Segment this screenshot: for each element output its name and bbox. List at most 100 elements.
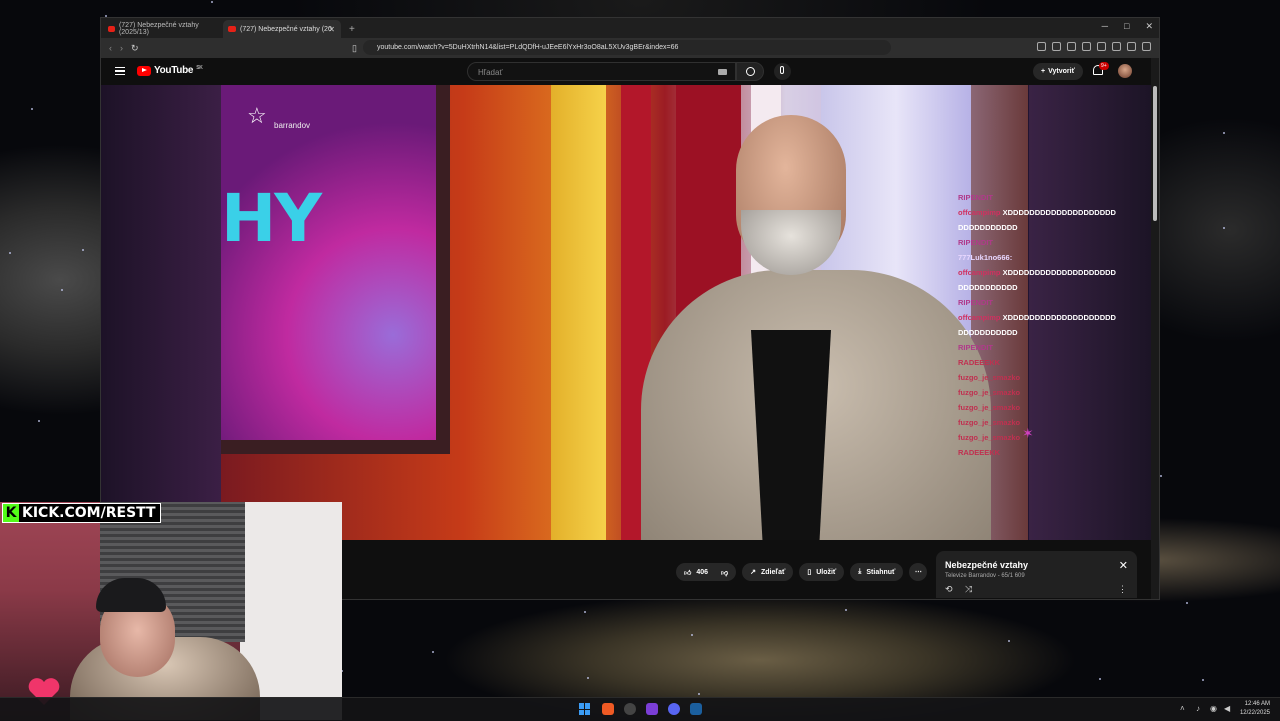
bookmark-icon[interactable]: ▯ [352,43,357,54]
extensions-area [1037,42,1151,51]
extension-icon[interactable] [1037,42,1046,51]
extension-icon[interactable] [1112,42,1121,51]
video-frame[interactable]: ☆ barrandov HY [221,85,1028,540]
url-field[interactable]: youtube.com/watch?v=5DuHXtrhN14&list=PLd… [363,40,891,55]
close-tab-icon[interactable]: ✕ [328,25,335,34]
chat-username: offcampimp [958,313,1001,322]
close-window-icon[interactable]: ✕ [1145,21,1153,32]
chat-message: offcampimp XDDDDDDDDDDDDDDDDDDDD DDDDDDD… [958,310,1128,340]
extension-icon[interactable] [1097,42,1106,51]
mic-icon[interactable]: ♪ [1196,704,1200,713]
tab-1[interactable]: (727) Nebezpečné vztahy (2025/13) [103,20,221,38]
search-button[interactable] [736,62,764,81]
download-label: Stiahnuť [866,568,896,576]
extension-icon[interactable] [1127,42,1136,51]
star [1202,678,1205,681]
chat-message: fuzgo_je_smazko [958,385,1128,400]
page-scrollbar[interactable] [1151,58,1159,599]
search-input[interactable]: Hľadať [467,62,736,81]
chat-message: 777Luk1no666: [958,250,1128,265]
chat-username: 777Luk1no666: [958,253,1013,262]
save-label: Uložiť [816,568,837,576]
clock[interactable]: 12:46 AM 12/22/2025 [1240,700,1270,718]
bookmark-add-icon: ▯ [807,569,812,576]
chat-username: offcampimp [958,208,1001,217]
brave-browser-icon[interactable] [602,703,614,715]
thumbs-up-icon: 👍︎ [684,569,692,577]
share-button[interactable]: ↗ Zdieľať [742,563,794,581]
playlist-title[interactable]: Nebezpečné vztahy [945,560,1028,570]
share-icon: ↗ [750,569,756,576]
playlist-menu-icon[interactable]: ⋮ [1118,584,1127,595]
voice-search-icon[interactable] [774,63,791,80]
network-icon[interactable]: ◉ [1210,704,1217,713]
ambient-left [101,85,221,540]
chat-message: RADEEEKK [958,445,1128,460]
chat-username: RADEEEKK [958,448,1001,457]
youtube-logo[interactable]: YouTube SK [137,65,203,76]
tab-2[interactable]: (727) Nebezpečné vztahy (20 ✕ [223,20,341,38]
volume-icon[interactable]: ◀ [1224,704,1230,713]
like-button[interactable]: 👍︎ 406 👎︎ [676,563,737,581]
loop-icon[interactable]: ⟲ [945,584,953,595]
extension-icon[interactable] [1052,42,1061,51]
extension-icon[interactable] [1082,42,1091,51]
windows-start-icon[interactable] [579,703,591,715]
taskbar: ˄ ♪ ◉ ◀ 12:46 AM 12/22/2025 [0,697,1280,721]
star [697,692,700,695]
playlist-panel: Nebezpečné vztahy Televize Barrandov - 6… [936,551,1137,598]
kick-logo-icon: ✶ [1022,425,1034,441]
twitch-icon[interactable] [646,703,658,715]
close-icon[interactable]: ✕ [1119,559,1128,572]
playlist-subtitle: Televize Barrandov - 65/1 609 [945,573,1025,579]
create-button[interactable]: + Vytvoriť [1033,63,1083,80]
menu-icon[interactable] [1142,42,1151,51]
forward-icon[interactable]: › [120,43,123,53]
maximize-icon[interactable]: □ [1124,21,1129,32]
chat-message: fuzgo_je_smazko [958,430,1128,445]
youtube-play-icon [137,65,151,76]
chevron-up-icon[interactable]: ˄ [1180,704,1185,713]
chat-message: fuzgo_je_smazko [958,400,1128,415]
avatar[interactable] [1118,64,1132,78]
extension-icon[interactable] [1067,42,1076,51]
kick-k-icon: K [3,504,19,522]
clock-date: 12/22/2025 [1239,710,1270,716]
download-button[interactable]: ⤓ Stiahnuť [850,563,904,581]
show-graphic-text: HY [221,180,322,257]
star [584,610,586,613]
chat-username: fuzgo_je_smazko [958,418,1021,427]
studio-screen: ☆ barrandov HY [221,85,450,454]
star [586,676,589,679]
tab-2-label: (727) Nebezpečné vztahy (20 [240,25,332,33]
create-label: Vytvoriť [1048,68,1075,75]
window-controls: ─ □ ✕ [1102,21,1153,32]
hamburger-menu-icon[interactable] [115,67,125,75]
chat-username: RIPENDIT [958,238,994,247]
youtube-header: YouTube SK Hľadať + Vytvoriť 9+ [101,58,1151,85]
reload-icon[interactable]: ↻ [131,43,139,54]
minimize-icon[interactable]: ─ [1102,21,1108,32]
presenter-shirt [751,330,831,540]
new-tab-button[interactable]: + [349,24,355,35]
chat-username: offcampimp [958,268,1001,277]
thumbs-down-icon[interactable]: 👎︎ [721,568,728,577]
star [1160,474,1163,477]
plus-icon: + [1041,68,1046,75]
scrollbar-thumb[interactable] [1153,86,1157,221]
tab-bar: (727) Nebezpečné vztahy (2025/13) (727) … [101,18,1159,38]
shuffle-icon[interactable]: ⤨ [965,584,972,595]
steam-icon[interactable] [690,703,702,715]
chat-message: fuzgo_je_smazko [958,415,1128,430]
chat-username: RIPENDIT [958,298,994,307]
keyboard-icon[interactable] [718,69,727,75]
obs-icon[interactable] [624,703,636,715]
save-button[interactable]: ▯ Uložiť [799,563,845,581]
back-icon[interactable]: ‹ [109,43,112,53]
star [845,608,848,611]
youtube-logo-text: YouTube [154,65,194,76]
address-bar: ‹ › ↻ ▯ youtube.com/watch?v=5DuHXtrhN14&… [101,38,1159,58]
more-actions-button[interactable]: ⋯ [909,563,928,581]
chat-message: RIPENDIT [958,340,1128,355]
discord-icon[interactable] [668,703,680,715]
